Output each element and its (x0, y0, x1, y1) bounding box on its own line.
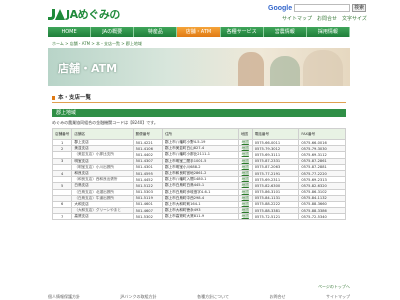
nav-products[interactable]: 特産品 (134, 27, 178, 37)
ja-logo-mark-icon (48, 8, 65, 20)
cell-map-link[interactable]: 地図 (237, 213, 253, 221)
nav-farming[interactable]: 営農情報 (263, 27, 307, 37)
search-input[interactable] (294, 4, 351, 12)
banner-title: 店舗・ATM (58, 62, 118, 75)
footer-links: 個人情報保護方針 JAバンクの取組方針 各種方針について お問合せ サイトマップ (48, 294, 350, 300)
google-label: Google (268, 4, 293, 12)
table-row: 7 高鷲支店 501-5302 郡上市高鷲町大鷲811-9 地図 0575-72-5121… (51, 213, 346, 221)
col-store-number: 店舗番号 (51, 128, 73, 140)
page-top-link[interactable]: ページのトップへ (318, 284, 350, 290)
breadcrumb[interactable]: ホーム > 店舗・ATM > 本・支店一覧 > 郡上地域 (52, 41, 142, 47)
bank-code-note: めぐみの農業協同組合の金融機関コードは【8240】です。 (52, 120, 158, 125)
logo-text: JAめぐみの (66, 8, 120, 21)
nav-home[interactable]: HOME (48, 27, 92, 37)
page-title: 本・支店一覧 (52, 93, 346, 103)
site-search: Google 検索 (268, 4, 367, 12)
site-header: JAめぐみの Google 検索 サイトマップ お問合せ 文字サイズ (0, 0, 400, 26)
banner-photo-figure (238, 52, 264, 86)
branch-table-body: 1 郡上支店 501-4221 郡上市八幡町小野4-5-19 地図 0575-66-001… (51, 138, 346, 221)
ja-logo[interactable]: JAめぐみの (48, 8, 120, 21)
nav-recruit[interactable]: 採用情報 (306, 27, 350, 37)
footer-link-contact[interactable]: お問合せ (269, 294, 285, 300)
table-header-row: 店舗番号 店舗名 郵便番号 住所 地図 電話番号 FAX番号 (51, 128, 346, 140)
nav-services[interactable]: 各種サービス (220, 27, 264, 37)
cell-store-number: 7 (51, 213, 73, 221)
branch-table: 店舗番号 店舗名 郵便番号 住所 地図 電話番号 FAX番号 1 郡上支店 501-… (51, 128, 346, 221)
col-fax: FAX番号 (298, 128, 346, 140)
cell-postal-code: 501-5302 (132, 213, 163, 221)
footer-link-privacy[interactable]: 個人情報保護方針 (48, 294, 80, 300)
util-link-contact[interactable]: お問合せ (317, 15, 337, 22)
col-address: 住所 (161, 128, 239, 140)
banner-photo-figure (270, 56, 300, 86)
util-link-font-size[interactable]: 文字サイズ (342, 15, 367, 22)
footer-link-ja-bank[interactable]: JAバンクの取組方針 (121, 294, 157, 300)
utility-links: サイトマップ お問合せ 文字サイズ (282, 15, 367, 22)
banner-photo-figure (303, 50, 343, 86)
footer-link-sitemap[interactable]: サイトマップ (326, 294, 350, 300)
search-button[interactable]: 検索 (352, 4, 367, 12)
cell-store-name: 高鷲支店 (71, 213, 134, 221)
nav-stores-atm[interactable]: 店舗・ATM (177, 27, 221, 37)
cell-phone: 0575-72-5121 (251, 213, 300, 221)
page-banner: 店舗・ATM (48, 48, 350, 86)
col-map: 地図 (237, 128, 253, 140)
cell-address: 郡上市高鷲町大鷲811-9 (161, 213, 239, 221)
global-nav: HOME JAの概要 特産品 店舗・ATM 各種サービス 営農情報 採用情報 (48, 27, 350, 37)
region-header: 郡上地域 (52, 109, 346, 117)
nav-about[interactable]: JAの概要 (91, 27, 135, 37)
cell-fax: 0575-72-5340 (298, 213, 346, 221)
col-postal-code: 郵便番号 (132, 128, 163, 140)
col-phone: 電話番号 (251, 128, 300, 140)
col-store-name: 店舗名 (71, 128, 134, 140)
util-link-sitemap[interactable]: サイトマップ (282, 15, 312, 22)
footer-link-policies[interactable]: 各種方針について (197, 294, 229, 300)
